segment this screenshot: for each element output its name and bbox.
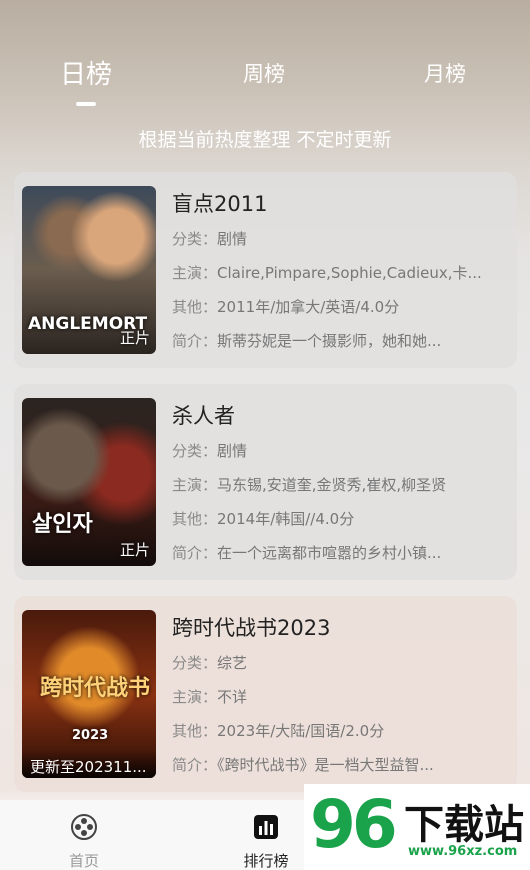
- watermark-url: www.96xz.com: [408, 844, 518, 859]
- tab-daily[interactable]: 日榜: [60, 54, 112, 91]
- item-other: 其他：2011年/加拿大/英语/4.0分: [172, 298, 400, 316]
- item-info: 跨时代战书2023 分类：综艺 主演：不详 其他：2023年/大陆/国语/2.0…: [172, 612, 502, 782]
- list-item[interactable]: ANGLEMORT 正片 盲点2011 分类：剧情 主演：Claire,Pimp…: [14, 172, 517, 368]
- poster-year-art: 2023: [72, 728, 109, 743]
- item-title: 杀人者: [172, 404, 235, 428]
- item-intro: 简介：《跨时代战书》是一档大型益智...: [172, 756, 434, 774]
- tab-weekly[interactable]: 周榜: [243, 58, 285, 88]
- watermark-text: 下载站: [404, 802, 524, 848]
- ranking-tabs: 日榜 周榜 月榜: [0, 58, 530, 118]
- item-category: 分类：剧情: [172, 442, 248, 460]
- ranking-icon: [254, 815, 278, 839]
- poster-image: ANGLEMORT 正片: [22, 186, 156, 354]
- item-info: 盲点2011 分类：剧情 主演：Claire,Pimpare,Sophie,Ca…: [172, 188, 502, 358]
- item-intro: 简介：在一个远离都市喧嚣的乡村小镇...: [172, 544, 442, 562]
- watermark-number: 96: [310, 786, 398, 863]
- tab-indicator: [76, 102, 96, 106]
- poster-title-art: 살인자: [32, 512, 93, 537]
- item-intro: 简介：斯蒂芬妮是一个摄影师，她和她...: [172, 332, 442, 350]
- poster-image: 跨时代战书 2023 更新至202311...: [22, 610, 156, 778]
- tab-monthly[interactable]: 月榜: [424, 58, 466, 88]
- quality-badge: 正片: [119, 541, 150, 559]
- quality-badge: 正片: [119, 329, 150, 347]
- item-other: 其他：2014年/韩国//4.0分: [172, 510, 355, 528]
- nav-home-label: 首页: [68, 852, 99, 870]
- update-badge: 更新至202311...: [22, 750, 156, 778]
- item-cast: 主演：Claire,Pimpare,Sophie,Cadieux,卡...: [172, 264, 482, 282]
- list-item[interactable]: 살인자 正片 杀人者 分类：剧情 主演：马东锡,安道奎,金贤秀,崔权,柳圣贤 其…: [14, 384, 517, 580]
- ranking-subtitle: 根据当前热度整理 不定时更新: [138, 129, 392, 151]
- poster-title-art: 跨时代战书: [40, 676, 151, 701]
- film-reel-icon: [71, 814, 97, 840]
- item-category: 分类：剧情: [172, 230, 248, 248]
- site-watermark: 96 下载站 www.96xz.com: [304, 784, 530, 870]
- nav-ranking[interactable]: 排行榜: [226, 812, 306, 870]
- list-item[interactable]: 跨时代战书 2023 更新至202311... 跨时代战书2023 分类：综艺 …: [14, 596, 517, 792]
- item-info: 杀人者 分类：剧情 主演：马东锡,安道奎,金贤秀,崔权,柳圣贤 其他：2014年…: [172, 400, 502, 570]
- item-cast: 主演：不详: [172, 688, 248, 706]
- item-category: 分类：综艺: [172, 654, 248, 672]
- item-other: 其他：2023年/大陆/国语/2.0分: [172, 722, 385, 740]
- poster-image: 살인자 正片: [22, 398, 156, 566]
- item-title: 盲点2011: [172, 192, 268, 216]
- nav-home[interactable]: 首页: [44, 812, 124, 870]
- item-title: 跨时代战书2023: [172, 616, 331, 640]
- item-cast: 主演：马东锡,安道奎,金贤秀,崔权,柳圣贤: [172, 476, 447, 494]
- nav-ranking-label: 排行榜: [243, 852, 289, 870]
